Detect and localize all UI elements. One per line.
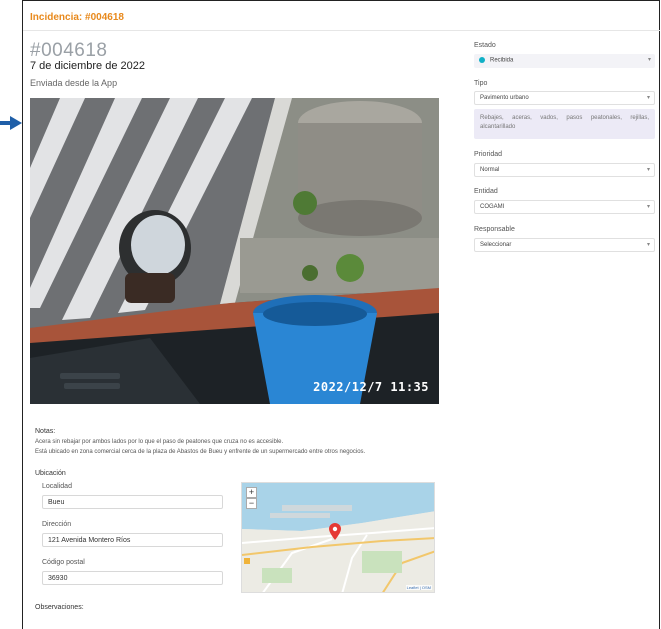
- location-label: Ubicación: [35, 470, 66, 477]
- chevron-down-icon: ▾: [646, 167, 650, 173]
- notes-line: Acera sin rebajar por ambos lados por lo…: [35, 439, 284, 445]
- status-dot-icon: [479, 57, 485, 63]
- entidad-label: Entidad: [474, 188, 498, 195]
- page-title: Incidencia: #004618: [30, 12, 124, 23]
- direccion-label: Dirección: [42, 521, 72, 528]
- zoom-out-button[interactable]: −: [246, 498, 257, 509]
- chevron-down-icon: ▾: [646, 242, 650, 248]
- direccion-input[interactable]: 121 Avenida Montero Ríos: [42, 533, 223, 547]
- entidad-value: COGAMI: [480, 204, 505, 210]
- responsable-select[interactable]: Seleccionar ▾: [474, 238, 655, 252]
- incident-date: 7 de diciembre de 2022: [30, 60, 145, 72]
- responsable-value: Seleccionar: [480, 242, 512, 248]
- observaciones-label: Observaciones:: [35, 604, 84, 611]
- tipo-select[interactable]: Pavimento urbano ▾: [474, 91, 655, 105]
- responsable-label: Responsable: [474, 226, 515, 233]
- location-map[interactable]: + − Leaflet | OSM: [241, 482, 435, 593]
- notes-line: Está ubicado en zona comercial cerca de …: [35, 449, 366, 455]
- prioridad-label: Prioridad: [474, 151, 503, 158]
- chevron-down-icon: ▾: [646, 95, 650, 101]
- prioridad-value: Normal: [480, 167, 500, 173]
- arrow-right-icon: [0, 116, 22, 130]
- incident-photo[interactable]: 2022/12/7 11:35: [30, 98, 439, 404]
- localidad-input[interactable]: Bueu: [42, 495, 223, 509]
- prioridad-select[interactable]: Normal ▾: [474, 163, 655, 177]
- tipo-label: Tipo: [474, 80, 488, 87]
- estado-label: Estado: [474, 42, 496, 49]
- incident-id: #004618: [30, 40, 108, 61]
- codigo-postal-label: Código postal: [42, 559, 85, 566]
- chevron-down-icon: ▾: [646, 204, 650, 210]
- map-attribution[interactable]: Leaflet | OSM: [405, 585, 432, 590]
- zoom-in-button[interactable]: +: [246, 487, 257, 498]
- codigo-postal-input[interactable]: 36930: [42, 571, 223, 585]
- map-pin-icon[interactable]: [329, 523, 341, 540]
- photo-image: [30, 98, 439, 404]
- tipo-value: Pavimento urbano: [480, 95, 529, 101]
- photo-timestamp: 2022/12/7 11:35: [313, 380, 429, 394]
- incident-source: Enviada desde la App: [30, 78, 118, 88]
- entidad-select[interactable]: COGAMI ▾: [474, 200, 655, 214]
- header-divider: [23, 30, 660, 31]
- estado-select[interactable]: Recibida ▾: [474, 54, 655, 68]
- notes-label: Notas:: [35, 428, 56, 435]
- chevron-down-icon: ▾: [647, 57, 651, 63]
- estado-value: Recibida: [490, 57, 514, 64]
- localidad-label: Localidad: [42, 483, 72, 490]
- subtipo-description: Rebajes, aceras, vados, pasos peatonales…: [474, 109, 655, 139]
